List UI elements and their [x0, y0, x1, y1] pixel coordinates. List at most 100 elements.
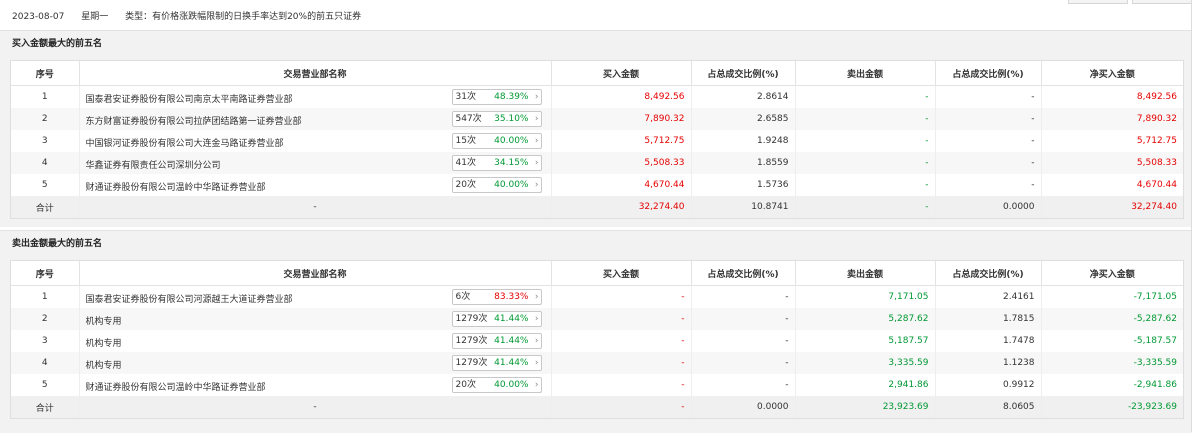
sell-ratio: - — [935, 152, 1042, 174]
chevron-right-icon: › — [534, 358, 539, 368]
broker-stats-badge[interactable]: 31次 48.39% › — [451, 89, 542, 105]
buy-table-wrap: 序号 交易营业部名称 买入金额 占总成交比例(%) 卖出金额 占总成交比例(%)… — [10, 60, 1184, 219]
broker-name[interactable]: 东方财富证券股份有限公司拉萨团结路第一证券营业部 — [86, 114, 302, 127]
broker-rise-rate: 34.15% — [494, 158, 529, 168]
col-header-buy-amount[interactable]: 买入金额 — [551, 261, 692, 286]
total-net-amount: -23,923.69 — [1041, 396, 1183, 418]
chevron-right-icon: › — [534, 136, 539, 146]
broker-name[interactable]: 华鑫证券有限责任公司深圳分公司 — [86, 158, 221, 171]
broker-stats-badge[interactable]: 1279次 41.44% › — [451, 311, 542, 327]
broker-stats-badge[interactable]: 41次 34.15% › — [451, 155, 542, 171]
buy-table-header: 序号 交易营业部名称 买入金额 占总成交比例(%) 卖出金额 占总成交比例(%)… — [11, 61, 1183, 86]
col-header-sell-ratio[interactable]: 占总成交比例(%) — [935, 61, 1042, 86]
broker-rise-rate: 41.44% — [494, 314, 529, 324]
top-tab-1[interactable] — [1068, 0, 1128, 4]
broker-stats-badge[interactable]: 6次 83.33% › — [451, 289, 542, 305]
row-index: 2 — [11, 108, 80, 130]
col-header-buy-amount[interactable]: 买入金额 — [551, 61, 692, 86]
sell-amount: 7,171.05 — [795, 285, 936, 308]
table-row: 4 华鑫证券有限责任公司深圳分公司 41次 34.15% › 5,508.33 … — [11, 152, 1183, 174]
col-header-net-amount[interactable]: 净买入金额 — [1041, 261, 1183, 286]
broker-stats-badge[interactable]: 1279次 41.44% › — [451, 355, 542, 371]
broker-stats-badge[interactable]: 1279次 41.44% › — [451, 333, 542, 349]
total-label: 合计 — [11, 196, 80, 218]
sell-table-header: 序号 交易营业部名称 买入金额 占总成交比例(%) 卖出金额 占总成交比例(%)… — [11, 261, 1183, 286]
chevron-right-icon: › — [534, 180, 539, 190]
buy-ratio: 2.6585 — [691, 108, 796, 130]
broker-stats-badge[interactable]: 20次 40.00% › — [451, 377, 542, 393]
broker-stats-badge[interactable]: 20次 40.00% › — [451, 177, 542, 193]
sell-amount: 3,335.59 — [795, 352, 936, 374]
sell-amount: - — [795, 152, 936, 174]
sell-ratio: 1.1238 — [935, 352, 1042, 374]
buy-amount: 4,670.44 — [551, 174, 692, 196]
sell-section: 卖出金额最大的前五名 序号 交易营业部名称 买入金额 占总成交比例(%) 卖出金… — [0, 230, 1192, 433]
total-sell-amount: 23,923.69 — [795, 396, 936, 418]
buy-amount: 5,712.75 — [551, 130, 692, 152]
broker-cell: 东方财富证券股份有限公司拉萨团结路第一证券营业部 547次 35.10% › — [79, 108, 552, 130]
total-broker: - — [79, 196, 552, 218]
broker-name[interactable]: 机构专用 — [86, 314, 122, 327]
broker-name[interactable]: 财通证券股份有限公司温岭中华路证券营业部 — [86, 380, 266, 393]
buy-amount: - — [551, 374, 692, 396]
broker-count: 547次 — [455, 114, 482, 124]
sell-amount: - — [795, 130, 936, 152]
total-broker: - — [79, 396, 552, 418]
broker-name[interactable]: 机构专用 — [86, 336, 122, 349]
broker-name[interactable]: 国泰君安证券股份有限公司河源越王大道证券营业部 — [86, 292, 293, 305]
broker-count: 41次 — [455, 158, 476, 168]
col-header-broker: 交易营业部名称 — [79, 261, 552, 286]
col-header-net-amount[interactable]: 净买入金额 — [1041, 61, 1183, 86]
top-tab-2[interactable] — [1132, 0, 1192, 4]
sell-table: 序号 交易营业部名称 买入金额 占总成交比例(%) 卖出金额 占总成交比例(%)… — [11, 261, 1183, 418]
col-header-sell-amount[interactable]: 卖出金额 — [795, 61, 936, 86]
broker-cell: 华鑫证券有限责任公司深圳分公司 41次 34.15% › — [79, 152, 552, 174]
col-header-buy-ratio[interactable]: 占总成交比例(%) — [691, 61, 796, 86]
net-amount: -5,287.62 — [1041, 308, 1183, 330]
sell-ratio: 1.7478 — [935, 330, 1042, 352]
broker-name[interactable]: 财通证券股份有限公司温岭中华路证券营业部 — [86, 180, 266, 193]
broker-name[interactable]: 中国银河证券股份有限公司大连金马路证券营业部 — [86, 136, 284, 149]
broker-rise-rate: 40.00% — [494, 180, 529, 190]
broker-count: 1279次 — [455, 358, 488, 368]
row-index: 3 — [11, 130, 80, 152]
buy-ratio: 1.5736 — [691, 174, 796, 196]
col-header-sell-ratio[interactable]: 占总成交比例(%) — [935, 261, 1042, 286]
chevron-right-icon: › — [534, 380, 539, 390]
buy-amount: - — [551, 308, 692, 330]
total-net-amount: 32,274.40 — [1041, 196, 1183, 218]
net-amount: -5,187.57 — [1133, 336, 1177, 346]
total-sell-ratio: 8.0605 — [935, 396, 1042, 418]
broker-name[interactable]: 机构专用 — [86, 358, 122, 371]
total-buy-amount: 32,274.40 — [551, 196, 692, 218]
row-index: 1 — [11, 285, 80, 308]
buy-ratio: 1.9248 — [691, 130, 796, 152]
chevron-right-icon: › — [534, 314, 539, 324]
sell-table-wrap: 序号 交易营业部名称 买入金额 占总成交比例(%) 卖出金额 占总成交比例(%)… — [10, 260, 1184, 419]
table-row: 5 财通证券股份有限公司温岭中华路证券营业部 20次 40.00% › 4,67… — [11, 174, 1183, 196]
col-header-sell-amount[interactable]: 卖出金额 — [795, 261, 936, 286]
broker-stats-badge[interactable]: 15次 40.00% › — [451, 133, 542, 149]
buy-amount: - — [551, 352, 692, 374]
sell-ratio: 2.4161 — [935, 285, 1042, 308]
broker-stats-badge[interactable]: 547次 35.10% › — [451, 111, 542, 127]
header-info: 2023-08-07 星期一 类型：有价格涨跌幅限制的日换手率达到20%的前五只… — [12, 9, 375, 22]
sell-ratio: - — [935, 85, 1042, 108]
broker-rise-rate: 48.39% — [494, 92, 529, 102]
total-row: 合计 - - 0.0000 23,923.69 8.0605 -23,923.6… — [11, 396, 1183, 418]
net-amount: 8,492.56 — [1136, 92, 1177, 102]
sell-amount: - — [795, 174, 936, 196]
broker-count: 1279次 — [455, 314, 488, 324]
broker-count: 31次 — [455, 92, 476, 102]
sell-amount: 5,187.57 — [795, 330, 936, 352]
broker-rise-rate: 40.00% — [494, 136, 529, 146]
buy-amount: 8,492.56 — [551, 85, 692, 108]
total-sell-ratio: 0.0000 — [935, 196, 1042, 218]
chevron-right-icon: › — [534, 92, 539, 102]
broker-name[interactable]: 国泰君安证券股份有限公司南京太平南路证券营业部 — [86, 92, 293, 105]
broker-rise-rate: 35.10% — [494, 114, 529, 124]
buy-amount: 5,508.33 — [551, 152, 692, 174]
chevron-right-icon: › — [534, 292, 539, 302]
col-header-buy-ratio[interactable]: 占总成交比例(%) — [691, 261, 796, 286]
broker-count: 15次 — [455, 136, 476, 146]
